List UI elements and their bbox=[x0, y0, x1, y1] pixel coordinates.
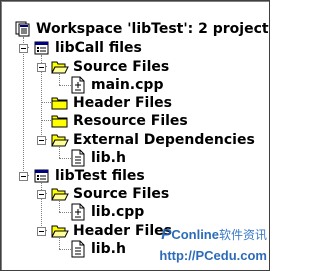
tree-item-folder-resource[interactable]: Resource Files bbox=[51, 111, 188, 131]
header-file-icon bbox=[69, 149, 87, 167]
open-folder-icon bbox=[51, 222, 69, 240]
workspace-tree: Workspace 'libTest': 2 project(s) libCal… bbox=[1, 1, 269, 270]
cpp-file-icon bbox=[69, 76, 87, 94]
tree-item-folder-header[interactable]: Header Files bbox=[37, 221, 172, 241]
folder-label: Header Files bbox=[73, 95, 172, 111]
collapse-toggle[interactable] bbox=[37, 189, 46, 199]
tree-item-folder-external-dependencies[interactable]: External Dependencies bbox=[37, 130, 255, 150]
folder-icon bbox=[51, 94, 69, 112]
project-icon bbox=[33, 167, 51, 185]
open-folder-icon bbox=[51, 58, 69, 76]
tree-item-project-libtest[interactable]: libTest files bbox=[19, 166, 145, 186]
tree-item-file[interactable]: lib.cpp bbox=[69, 202, 144, 222]
file-label: main.cpp bbox=[91, 77, 164, 93]
file-label: lib.h bbox=[91, 241, 126, 257]
tree-item-file[interactable]: lib.h bbox=[69, 239, 126, 259]
collapse-toggle[interactable] bbox=[19, 43, 28, 53]
collapse-toggle[interactable] bbox=[37, 62, 46, 72]
folder-label: External Dependencies bbox=[73, 132, 255, 148]
folder-icon bbox=[51, 112, 69, 130]
tree-item-file[interactable]: lib.h bbox=[69, 148, 126, 168]
project-label: libTest files bbox=[55, 168, 145, 184]
header-file-icon bbox=[69, 240, 87, 258]
workspace-label: Workspace 'libTest': 2 project(s) bbox=[36, 21, 270, 37]
cpp-file-icon bbox=[69, 203, 87, 221]
tree-item-folder-source[interactable]: Source Files bbox=[37, 57, 169, 77]
tree-item-folder-header[interactable]: Header Files bbox=[51, 93, 172, 113]
collapse-toggle[interactable] bbox=[37, 226, 46, 236]
file-label: lib.h bbox=[91, 150, 126, 166]
folder-label: Header Files bbox=[73, 223, 172, 239]
collapse-toggle[interactable] bbox=[19, 171, 28, 181]
tree-item-folder-source[interactable]: Source Files bbox=[37, 184, 169, 204]
project-icon bbox=[33, 39, 51, 57]
tree-item-project-libcall[interactable]: libCall files bbox=[19, 38, 142, 58]
open-folder-icon bbox=[51, 131, 69, 149]
tree-item-workspace[interactable]: Workspace 'libTest': 2 project(s) bbox=[14, 19, 270, 39]
folder-label: Resource Files bbox=[73, 113, 188, 129]
open-folder-icon bbox=[51, 185, 69, 203]
tree-item-file[interactable]: main.cpp bbox=[69, 75, 163, 95]
fileview-panel: Workspace 'libTest': 2 project(s) libCal… bbox=[0, 0, 270, 271]
folder-label: Source Files bbox=[73, 186, 170, 202]
collapse-toggle[interactable] bbox=[37, 135, 46, 145]
project-label: libCall files bbox=[55, 40, 142, 56]
workspace-icon bbox=[14, 20, 32, 38]
folder-label: Source Files bbox=[73, 59, 170, 75]
file-label: lib.cpp bbox=[91, 204, 145, 220]
